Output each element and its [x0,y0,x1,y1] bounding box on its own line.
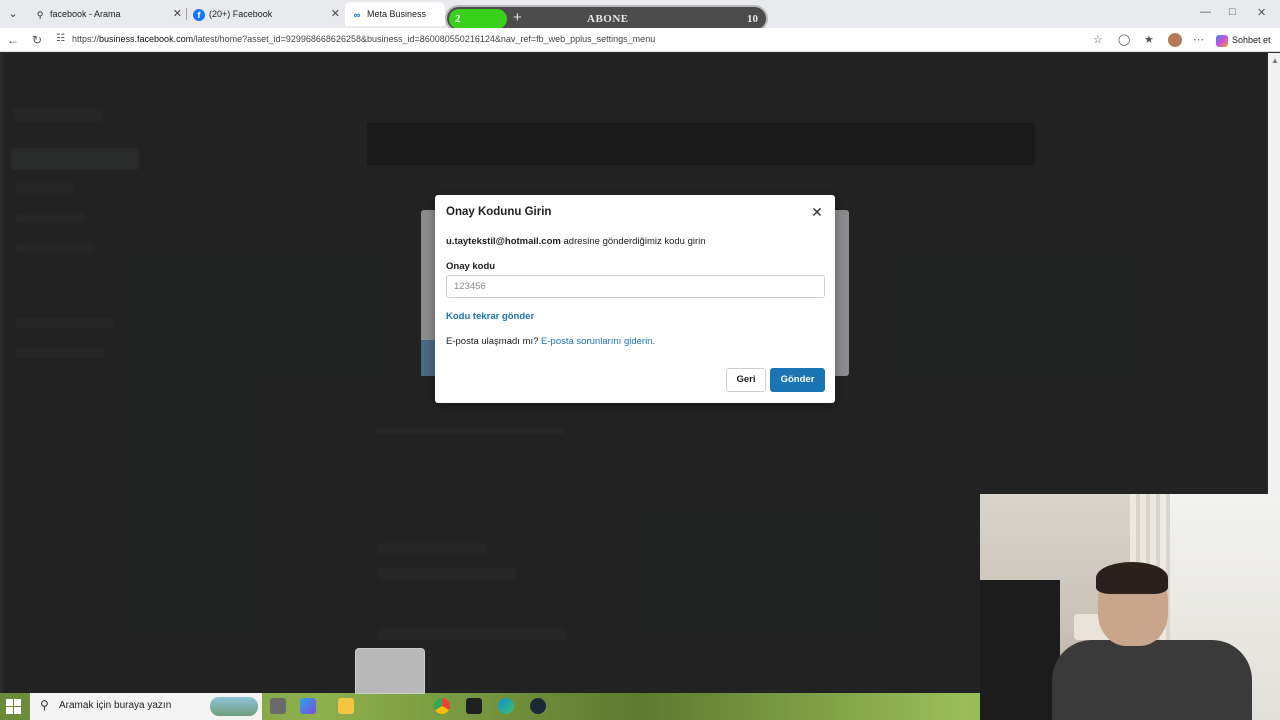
webcam-monitor [980,580,1060,720]
search-icon: ⚲ [40,698,49,712]
url-domain: business.facebook.com [99,34,194,44]
tab-actions-chevron-icon[interactable]: ⌄ [4,5,22,23]
file-explorer-icon[interactable] [338,698,354,714]
facebook-icon: f [193,8,205,21]
webcam-person-body [1052,640,1252,720]
overlay-left-count: 2 [455,13,461,25]
email-address: u.taytekstil@hotmail.com [446,236,561,247]
tab-facebook[interactable]: f (20+) Facebook ✕ [187,2,344,26]
verification-code-dialog: Onay Kodunu Girin ✕ u.taytekstil@hotmail… [435,195,835,403]
maximize-icon[interactable]: □ [1229,6,1236,18]
copilot-label: Sohbet et [1232,35,1271,45]
code-field-label: Onay kodu [446,261,496,272]
taskbar-search-placeholder: Aramak için buraya yazın [59,700,172,711]
steam-icon[interactable] [530,698,546,714]
taskbar-search[interactable]: ⚲ Aramak için buraya yazın [30,693,262,720]
search-icon: ⚲ [36,9,44,20]
drinking-glass-overlay [355,648,425,694]
dialog-description: u.taytekstil@hotmail.com adresine gönder… [446,236,706,247]
scroll-up-icon[interactable]: ▲ [1271,56,1279,65]
email-help-prefix: E-posta ulaşmadı mı? [446,336,542,347]
email-troubleshoot-link[interactable]: E-posta sorunlarını giderin. [541,336,655,347]
url-text: https://business.facebook.com/latest/hom… [72,34,656,44]
send-button[interactable]: Gönder [770,368,825,392]
webcam-person-hair [1096,562,1168,594]
app-icon[interactable] [300,698,316,714]
task-view-icon[interactable] [270,698,286,714]
email-help-text: E-posta ulaşmadı mı? E-posta sorunlarını… [446,336,655,347]
back-button[interactable]: Geri [726,368,766,392]
close-icon[interactable]: ✕ [809,204,825,220]
resend-code-link[interactable]: Kodu tekrar gönder [446,311,534,322]
description-text: adresine gönderdiğimiz kodu girin [560,236,706,247]
favorites-list-icon[interactable]: ★ [1144,33,1154,47]
copilot-icon [1216,34,1228,47]
search-highlight-image [210,697,258,716]
tab-label: facebook - Arama [50,9,121,19]
background-dialog-accent [421,340,435,376]
address-bar-row: ← ↻ ☷ https://business.facebook.com/late… [0,28,1280,52]
dialog-title: Onay Kodunu Girin [446,206,552,218]
more-menu-icon[interactable]: ⋯ [1193,33,1204,47]
minimize-icon[interactable]: — [1200,6,1211,18]
tab-label: (20+) Facebook [209,9,273,19]
close-tab-icon[interactable]: ✕ [331,2,340,26]
chrome-icon[interactable] [434,698,450,714]
back-arrow-icon[interactable]: ← [5,32,21,48]
app-icon[interactable] [466,698,482,714]
favorite-star-icon[interactable]: ☆ [1093,33,1103,47]
verification-code-input[interactable] [446,275,825,298]
windows-start-icon[interactable] [6,699,22,715]
browser-essentials-icon[interactable]: ◯ [1118,33,1130,47]
edge-icon[interactable] [498,698,514,714]
copilot-chat-button[interactable]: Sohbet et [1216,33,1271,47]
meta-icon: ∞ [353,9,361,20]
url-field[interactable]: ☷ https://business.facebook.com/latest/h… [52,31,1112,49]
tab-facebook-search[interactable]: ⚲ facebook - Arama ✕ [28,2,186,26]
refresh-icon[interactable]: ↻ [29,32,45,48]
profile-avatar[interactable] [1168,33,1182,47]
webcam-overlay [980,494,1280,720]
site-info-icon[interactable]: ☷ [56,33,65,44]
tab-meta-business-suite[interactable]: ∞Meta Business Suite [345,2,445,43]
overlay-progress-fill: 2 [449,9,507,29]
close-tab-icon[interactable]: ✕ [173,2,182,26]
close-window-icon[interactable]: ✕ [1257,6,1266,19]
new-tab-plus-icon[interactable]: + [513,7,522,29]
